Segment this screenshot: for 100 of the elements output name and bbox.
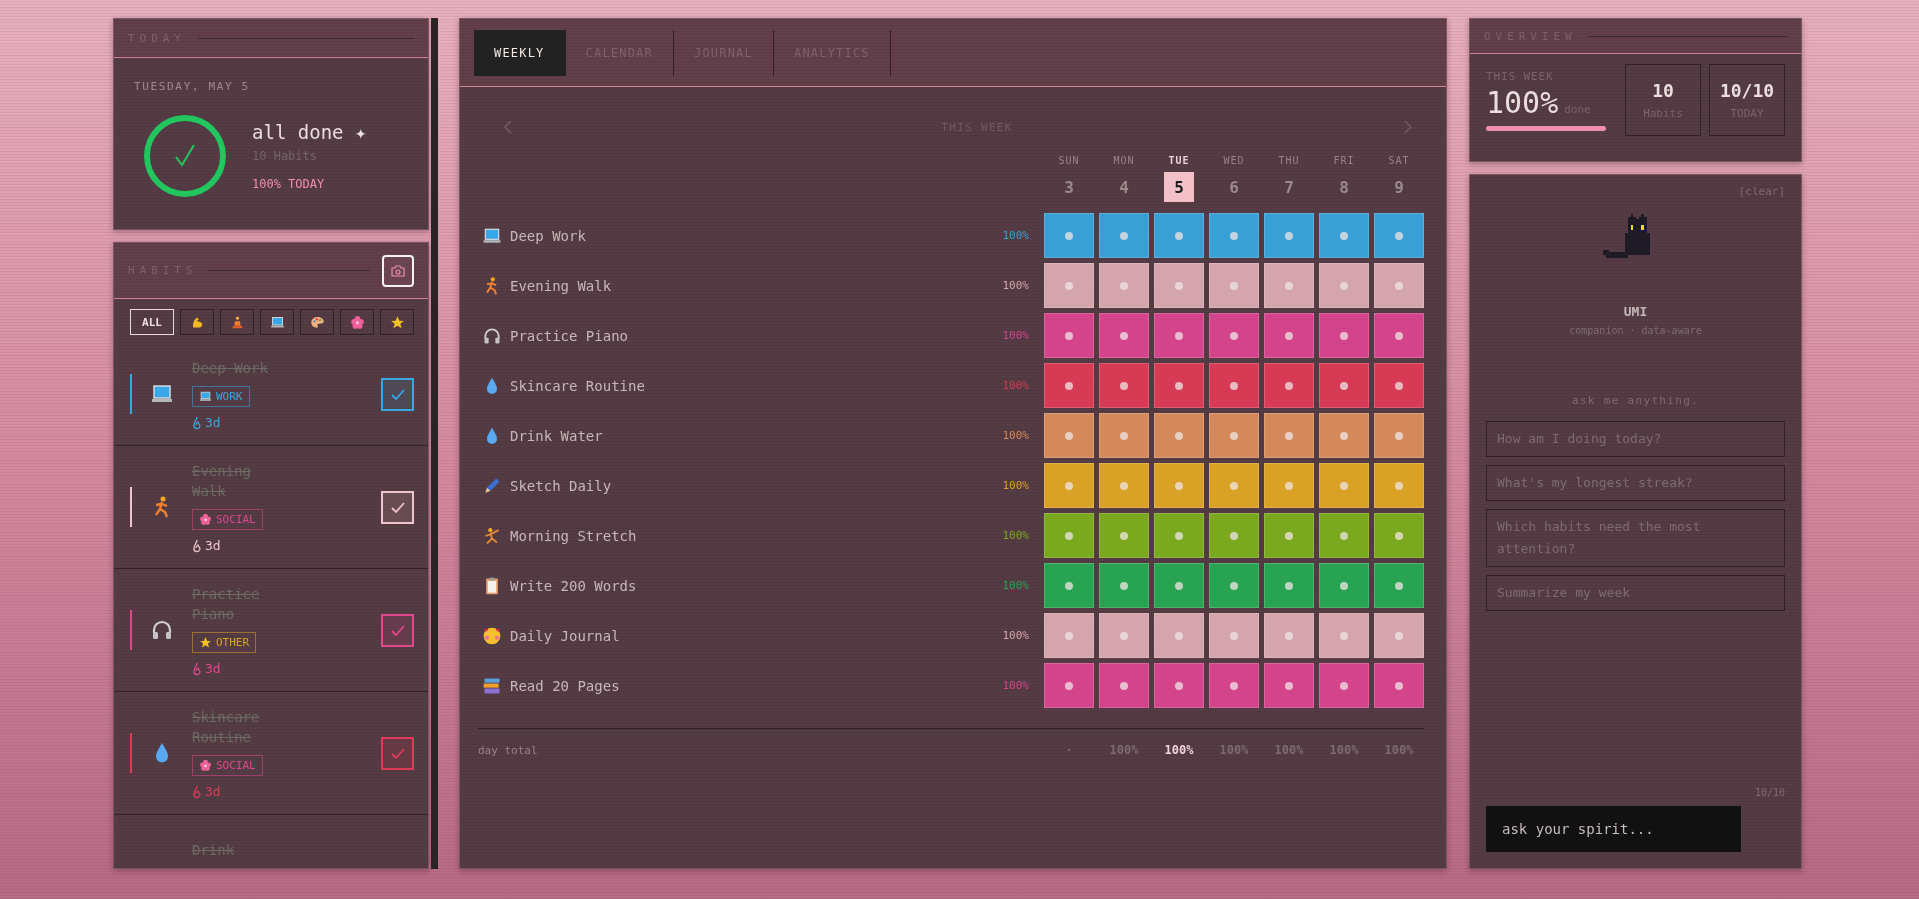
day-cell[interactable] — [1209, 513, 1259, 558]
day-cell[interactable] — [1099, 213, 1149, 258]
day-cell[interactable] — [1154, 363, 1204, 408]
day-cell[interactable] — [1154, 263, 1204, 308]
done-dot — [1120, 381, 1128, 390]
day-cell[interactable] — [1209, 213, 1259, 258]
day-cell[interactable] — [1264, 263, 1314, 308]
day-number[interactable]: 3 — [1054, 172, 1084, 202]
day-cell[interactable] — [1319, 363, 1369, 408]
done-dot — [1230, 531, 1238, 540]
day-cell[interactable] — [1374, 363, 1424, 408]
filter-chip[interactable] — [340, 309, 374, 335]
day-cell[interactable] — [1319, 313, 1369, 358]
day-cell[interactable] — [1044, 663, 1094, 708]
day-cell[interactable] — [1264, 663, 1314, 708]
chat-input[interactable]: ask your spirit... — [1486, 806, 1741, 852]
weekday-label: SUN — [1058, 155, 1080, 166]
day-cell[interactable] — [1374, 563, 1424, 608]
day-cell[interactable] — [1374, 463, 1424, 508]
day-cell[interactable] — [1319, 663, 1369, 708]
day-cell[interactable] — [1264, 413, 1314, 458]
day-cell[interactable] — [1099, 263, 1149, 308]
day-cell[interactable] — [1319, 513, 1369, 558]
day-cell[interactable] — [1319, 413, 1369, 458]
filter-chip[interactable] — [180, 309, 214, 335]
day-cell[interactable] — [1154, 563, 1204, 608]
day-cell[interactable] — [1264, 563, 1314, 608]
done-dot — [1120, 581, 1128, 590]
filter-chip[interactable] — [260, 309, 294, 335]
habit-checkbox[interactable] — [381, 377, 414, 411]
day-number[interactable]: 4 — [1109, 172, 1139, 202]
habit-checkbox[interactable] — [381, 736, 414, 770]
day-cell[interactable] — [1099, 413, 1149, 458]
habit-percent: 100% — [1001, 329, 1030, 342]
day-cell[interactable] — [1044, 363, 1094, 408]
day-cell[interactable] — [1154, 663, 1204, 708]
day-cell[interactable] — [1264, 463, 1314, 508]
day-number[interactable]: 5 — [1164, 172, 1194, 202]
day-cell[interactable] — [1044, 463, 1094, 508]
day-cell[interactable] — [1209, 263, 1259, 308]
day-cell[interactable] — [1044, 313, 1094, 358]
day-cell[interactable] — [1044, 263, 1094, 308]
day-cell[interactable] — [1099, 563, 1149, 608]
done-dot — [1065, 331, 1073, 340]
day-cell[interactable] — [1154, 613, 1204, 658]
day-cell[interactable] — [1154, 463, 1204, 508]
filter-chip[interactable] — [380, 309, 414, 335]
star-icon — [389, 314, 405, 330]
habit-checkbox[interactable] — [381, 613, 414, 647]
day-cell[interactable] — [1154, 413, 1204, 458]
day-cell[interactable] — [1099, 513, 1149, 558]
day-cell[interactable] — [1374, 513, 1424, 558]
day-cell[interactable] — [1319, 463, 1369, 508]
day-cell[interactable] — [1319, 213, 1369, 258]
day-cell[interactable] — [1264, 213, 1314, 258]
day-number[interactable]: 6 — [1219, 172, 1249, 202]
day-cell[interactable] — [1374, 413, 1424, 458]
day-cell[interactable] — [1154, 313, 1204, 358]
day-cell[interactable] — [1099, 613, 1149, 658]
day-cell[interactable] — [1209, 313, 1259, 358]
day-cell[interactable] — [1099, 463, 1149, 508]
day-cell[interactable] — [1154, 513, 1204, 558]
day-cell[interactable] — [1374, 613, 1424, 658]
day-cell[interactable] — [1264, 363, 1314, 408]
day-number[interactable]: 7 — [1274, 172, 1304, 202]
day-cell[interactable] — [1099, 363, 1149, 408]
tab[interactable]: WEEKLY — [474, 29, 566, 76]
day-cell[interactable] — [1099, 663, 1149, 708]
day-cell[interactable] — [1374, 213, 1424, 258]
done-dot — [1285, 681, 1293, 690]
day-cell[interactable] — [1154, 213, 1204, 258]
day-cell[interactable] — [1319, 613, 1369, 658]
day-cell[interactable] — [1209, 413, 1259, 458]
day-cell[interactable] — [1264, 613, 1314, 658]
scrollbar[interactable] — [431, 18, 438, 869]
day-cell[interactable] — [1319, 263, 1369, 308]
day-cell[interactable] — [1044, 513, 1094, 558]
day-cell[interactable] — [1374, 263, 1424, 308]
day-cell[interactable] — [1264, 513, 1314, 558]
day-cell[interactable] — [1374, 313, 1424, 358]
camera-button[interactable] — [382, 254, 414, 287]
day-number[interactable]: 9 — [1384, 172, 1414, 202]
habit-percent: 100% — [1001, 479, 1030, 492]
day-cell[interactable] — [1264, 313, 1314, 358]
day-cell[interactable] — [1099, 313, 1149, 358]
filter-chip[interactable] — [300, 309, 334, 335]
day-cell[interactable] — [1319, 563, 1369, 608]
day-cell[interactable] — [1044, 413, 1094, 458]
day-number[interactable]: 8 — [1329, 172, 1359, 202]
day-cell[interactable] — [1209, 663, 1259, 708]
day-cell[interactable] — [1209, 363, 1259, 408]
day-cell[interactable] — [1044, 563, 1094, 608]
day-cell[interactable] — [1209, 563, 1259, 608]
filter-chip[interactable]: ALL — [130, 309, 174, 335]
day-cell[interactable] — [1209, 613, 1259, 658]
day-cell[interactable] — [1374, 663, 1424, 708]
day-cell[interactable] — [1044, 613, 1094, 658]
day-cell[interactable] — [1209, 463, 1259, 508]
filter-chip[interactable] — [220, 309, 254, 335]
day-cell[interactable] — [1044, 213, 1094, 258]
